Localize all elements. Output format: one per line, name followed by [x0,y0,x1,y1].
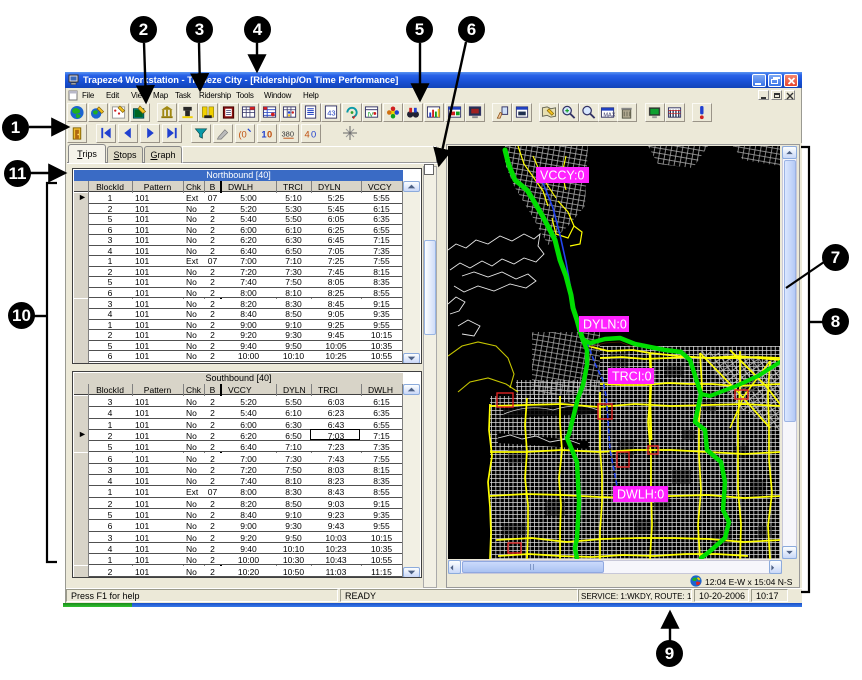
svg-text:TRCI:0: TRCI:0 [612,370,652,384]
svg-text:DWLH:0: DWLH:0 [617,488,664,502]
svg-text:0: 0 [311,129,316,139]
svg-text:DYLN:0: DYLN:0 [583,318,627,332]
svg-text:MAX: MAX [603,112,615,118]
svg-text:43: 43 [327,108,335,117]
svg-text:4: 4 [304,129,309,139]
svg-text:(0: (0 [238,129,246,139]
svg-text:1: 1 [261,129,266,139]
svg-text:380: 380 [282,129,295,138]
svg-text:VCCY:0: VCCY:0 [540,169,585,183]
svg-text:IV: IV [367,111,374,118]
svg-text:0: 0 [267,129,272,139]
